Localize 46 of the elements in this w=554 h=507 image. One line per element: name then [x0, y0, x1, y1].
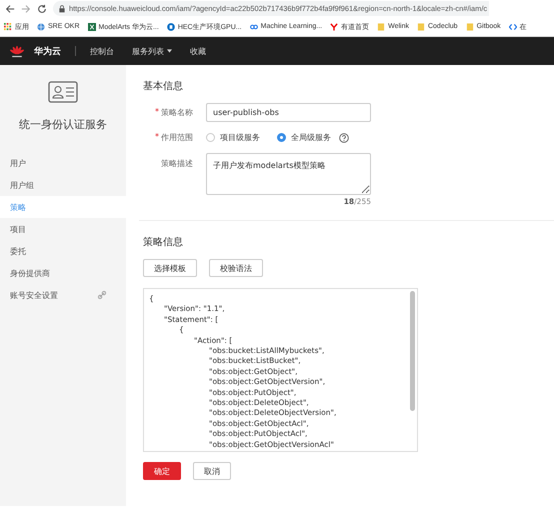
sidebar-item[interactable]: 策略 [0, 196, 126, 218]
required-mark: * [155, 132, 159, 143]
lock-icon [59, 4, 65, 12]
confirm-button[interactable]: 确定 [143, 462, 181, 480]
field-label: 策略描述 [161, 158, 193, 169]
radio-label[interactable]: 全局级服务 [291, 132, 331, 143]
cancel-button[interactable]: 取消 [193, 462, 231, 480]
flower-logo-icon[interactable] [9, 44, 25, 58]
section-heading: 基本信息 [143, 80, 184, 93]
sidebar-item[interactable]: 项目 [0, 218, 126, 240]
help-icon[interactable] [339, 132, 349, 142]
code-icon [508, 22, 517, 30]
folder-icon [466, 22, 474, 30]
back-icon[interactable] [5, 4, 15, 14]
radio-button[interactable] [277, 133, 286, 142]
spreadsheet-icon [88, 22, 96, 30]
sidebar-item[interactable]: 账号安全设置 [0, 284, 126, 306]
y-mark-icon [330, 22, 338, 30]
section-heading: 策略信息 [143, 236, 184, 249]
globe-icon [37, 22, 45, 30]
toolbar-button[interactable]: 校验语法 [209, 259, 263, 277]
sidebar-item[interactable]: 身份提供商 [0, 262, 126, 284]
radio-button[interactable] [206, 133, 215, 142]
reload-icon[interactable] [37, 4, 47, 14]
nav-item[interactable]: 控制台 [90, 46, 114, 56]
document-icon [166, 22, 175, 30]
radio-label[interactable]: 项目级服务 [220, 132, 260, 143]
field-label: 作用范围 [161, 132, 193, 143]
required-mark: * [155, 107, 159, 118]
scrollbar-thumb[interactable] [410, 291, 415, 411]
id-card-icon [48, 81, 78, 103]
apps-grid-icon [4, 22, 12, 30]
sidebar-item[interactable]: 委托 [0, 240, 126, 262]
nav-item[interactable]: 服务列表 [132, 46, 172, 56]
sidebar-item[interactable]: 用户 [0, 152, 126, 174]
policy-name-field[interactable]: user-publish-obs [206, 103, 371, 122]
field-label: 策略名称 [161, 107, 193, 118]
link-icon [250, 22, 258, 30]
folder-icon [416, 22, 425, 30]
service-title: 统一身份认证服务 [19, 117, 107, 132]
sidebar-item[interactable]: 用户组 [0, 174, 126, 196]
description-field[interactable]: 子用户发布modelarts模型策略 [206, 153, 371, 195]
toolbar-button[interactable]: 选择模板 [143, 259, 197, 277]
folder-icon [377, 22, 386, 30]
brand-name[interactable]: 华为云 [34, 44, 61, 58]
nav-item[interactable]: 收藏 [190, 46, 206, 56]
